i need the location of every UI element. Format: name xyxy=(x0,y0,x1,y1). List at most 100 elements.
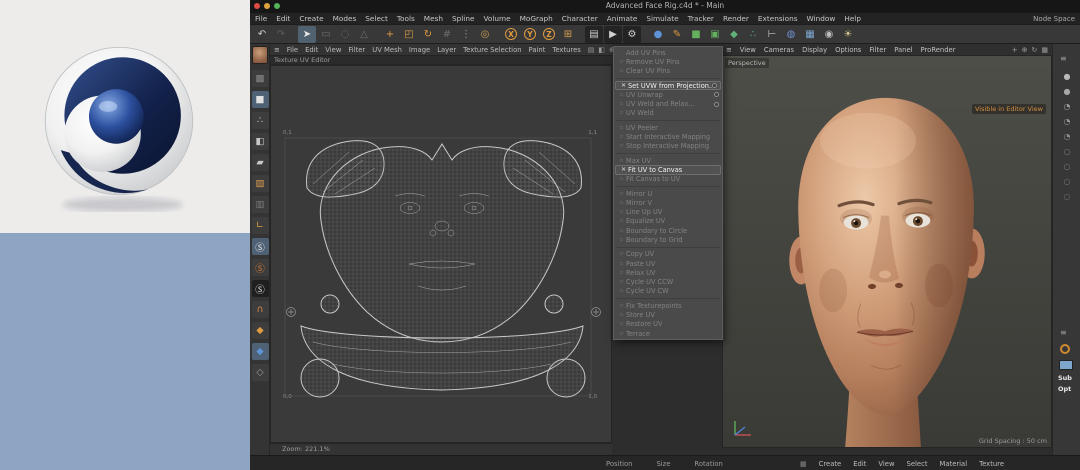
uv-grid-icon[interactable]: ▤ xyxy=(588,46,595,54)
status-menu-item[interactable]: Texture xyxy=(979,460,1004,468)
redo-icon[interactable]: ↷ xyxy=(272,26,290,43)
menubar-item[interactable]: Create xyxy=(299,14,323,23)
menubar-item[interactable]: Render xyxy=(723,14,749,23)
texture-preview-thumbnail[interactable] xyxy=(252,46,268,64)
context-menu-item[interactable]: ▫ Mirror U xyxy=(614,189,722,198)
viewport-menu-item[interactable]: Cameras xyxy=(764,46,794,54)
menubar-item[interactable]: Simulate xyxy=(646,14,678,23)
context-menu-item[interactable]: ▫ UV Peeler xyxy=(614,123,722,132)
menubar-item[interactable]: Extensions xyxy=(758,14,798,23)
hamburger-icon[interactable]: ≡ xyxy=(274,46,280,54)
context-menu-item[interactable]: ▫ Relax UV xyxy=(614,268,722,277)
context-menu-item[interactable]: ▫ Restore UV xyxy=(614,320,722,329)
subdivision-surface-icon[interactable]: ■ xyxy=(687,26,705,43)
menubar-item[interactable]: Tools xyxy=(397,14,415,23)
context-menu-item[interactable]: ▫ Cycle UV CW xyxy=(614,287,722,296)
uv-menu-item[interactable]: Image xyxy=(409,46,430,54)
uv-menu-item[interactable]: View xyxy=(325,46,341,54)
measure-icon[interactable]: ⊢ xyxy=(763,26,781,43)
context-menu-item[interactable]: ▫ Stop Interactive Mapping xyxy=(614,142,722,151)
lasso-selection-icon[interactable]: ◌ xyxy=(336,26,354,43)
uv-menu-item[interactable]: UV Mesh xyxy=(372,46,402,54)
context-menu-item[interactable]: ✕ Fit UV to Canvas xyxy=(615,165,721,174)
modeling-axis-icon[interactable]: ◇ xyxy=(252,364,269,381)
status-menu-item[interactable]: Create xyxy=(819,460,842,468)
hamburger-icon[interactable]: ≡ xyxy=(1060,54,1067,63)
uv-menu-item[interactable]: Textures xyxy=(552,46,580,54)
menubar-item[interactable]: Volume xyxy=(483,14,510,23)
rotate-tool-icon[interactable]: ↻ xyxy=(419,26,437,43)
uv-editor-tab[interactable]: Texture UV Editor xyxy=(270,55,612,65)
object-sphere-icon[interactable]: ○ xyxy=(1064,147,1071,157)
menubar-item[interactable]: Character xyxy=(562,14,598,23)
context-menu-item[interactable]: ▫ UV Unwrap xyxy=(614,90,722,99)
toolbar-separator[interactable] xyxy=(374,26,380,43)
menubar-item[interactable]: Spline xyxy=(452,14,474,23)
menu-item-options-dot[interactable] xyxy=(714,92,719,97)
context-menu-item[interactable]: ▫ Max UV xyxy=(614,156,722,165)
context-menu-item[interactable]: ▫ Fit Canvas to UV xyxy=(614,175,722,184)
primitive-object-icon[interactable]: ● xyxy=(649,26,667,43)
fields-icon[interactable]: ∴ xyxy=(744,26,762,43)
deformer-icon[interactable]: ◆ xyxy=(725,26,743,43)
context-menu-item[interactable]: Add UV Pins xyxy=(614,48,722,57)
menubar-item[interactable]: File xyxy=(255,14,267,23)
last-tool-icon[interactable]: ⋮ xyxy=(457,26,475,43)
z-axis-lock-icon[interactable]: Z xyxy=(540,26,558,43)
context-menu-item[interactable]: ✕ Set UVW from Projection... xyxy=(615,81,721,90)
menubar-item[interactable]: Tracker xyxy=(688,14,714,23)
texture-axis-mode-icon[interactable]: ▥ xyxy=(252,196,269,213)
x-axis-lock-icon[interactable]: X xyxy=(502,26,520,43)
object-sphere-icon[interactable]: ○ xyxy=(1064,162,1071,172)
scale-tool-icon[interactable]: ◰ xyxy=(400,26,418,43)
context-menu-item[interactable]: ▫ Boundary to Grid xyxy=(614,235,722,244)
snap-enabled-icon[interactable]: Ⓢ xyxy=(252,238,269,255)
toolbar-separator[interactable] xyxy=(642,26,648,43)
point-mode-icon[interactable]: ∴ xyxy=(252,112,269,129)
status-menu-item[interactable]: Select xyxy=(907,460,928,468)
snap-settings-icon[interactable]: Ⓢ xyxy=(252,280,269,297)
y-axis-lock-icon[interactable]: Y xyxy=(521,26,539,43)
render-picture-viewer-icon[interactable]: ▶ xyxy=(604,26,622,43)
context-menu-item[interactable]: ▫ Equalize UV xyxy=(614,217,722,226)
menubar-item[interactable]: Edit xyxy=(276,14,290,23)
menubar-item[interactable]: Select xyxy=(365,14,388,23)
rotate-view-icon[interactable]: ↻ xyxy=(1032,46,1038,54)
viewport-menu-item[interactable]: ProRender xyxy=(921,46,956,54)
uv-menu-item[interactable]: Filter xyxy=(348,46,365,54)
model-mode-icon[interactable]: ■ xyxy=(252,91,269,108)
uv-menu-item[interactable]: Texture Selection xyxy=(463,46,521,54)
viewport-canvas[interactable]: Perspective Visible in Editor View Grid … xyxy=(722,55,1052,448)
uv-menu-item[interactable]: Paint xyxy=(529,46,546,54)
workplane-snap-icon[interactable]: ◆ xyxy=(252,343,269,360)
viewport-menu-item[interactable]: Panel xyxy=(894,46,912,54)
context-menu-item[interactable]: ▫ Remove UV Pins xyxy=(614,57,722,66)
snap-modes-icon[interactable]: Ⓢ xyxy=(252,259,269,276)
volume-icon[interactable]: ◍ xyxy=(782,26,800,43)
render-view-icon[interactable]: ▤ xyxy=(585,26,603,43)
coord-system-icon[interactable]: ⊞ xyxy=(559,26,577,43)
context-menu-item[interactable]: ▫ Start Interactive Mapping xyxy=(614,132,722,141)
uv-menu-item[interactable]: Layer xyxy=(437,46,456,54)
move-tool-icon[interactable]: + xyxy=(381,26,399,43)
status-menu-item[interactable]: View xyxy=(878,460,894,468)
menubar-item[interactable]: Help xyxy=(844,14,861,23)
undo-icon[interactable]: ↶ xyxy=(253,26,271,43)
color-swatch[interactable] xyxy=(1059,360,1073,370)
context-menu-item[interactable]: ▫ UV Weld and Relax... xyxy=(614,99,722,108)
menubar-item[interactable]: Window xyxy=(807,14,836,23)
menu-item-options-dot[interactable] xyxy=(714,102,719,107)
object-sphere-icon[interactable]: ◔ xyxy=(1064,102,1071,112)
rect-selection-icon[interactable]: ▭ xyxy=(317,26,335,43)
toolbar-separator[interactable] xyxy=(291,26,297,43)
context-menu-item[interactable]: ▫ Clear UV Pins xyxy=(614,67,722,76)
status-menu-item[interactable]: Edit xyxy=(853,460,866,468)
object-sphere-icon[interactable]: ● xyxy=(1064,72,1071,82)
menu-item-options-dot[interactable] xyxy=(712,83,717,88)
poly-selection-icon[interactable]: △ xyxy=(355,26,373,43)
context-menu-item[interactable]: ▫ Mirror V xyxy=(614,198,722,207)
object-sphere-icon[interactable]: ● xyxy=(1064,87,1071,97)
context-menu-item[interactable]: ▫ Boundary to Circle xyxy=(614,226,722,235)
magnet-snap-icon[interactable]: ∩ xyxy=(252,301,269,318)
viewport-menu-item[interactable]: Options xyxy=(835,46,861,54)
